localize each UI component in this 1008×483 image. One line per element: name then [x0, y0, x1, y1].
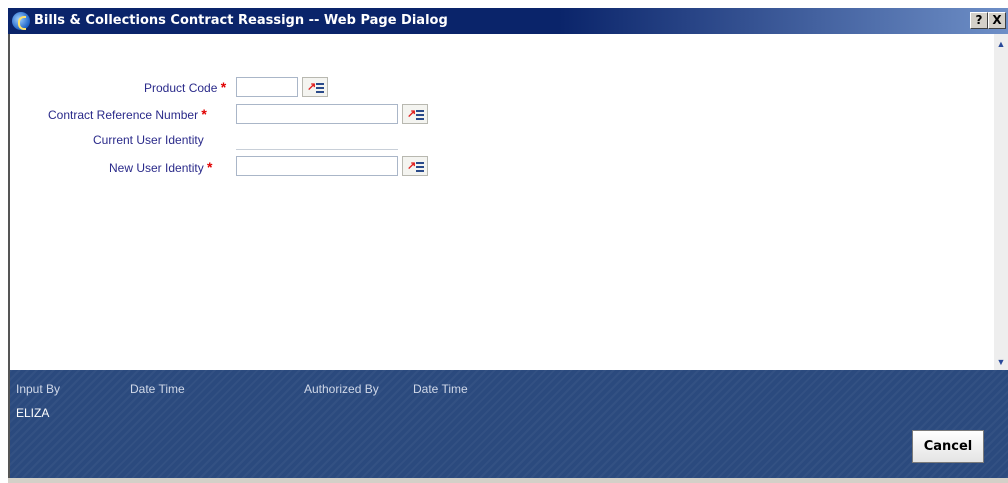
- auth-date-time-label: Date Time: [413, 382, 468, 396]
- product-code-lov-button[interactable]: ↗: [302, 77, 328, 97]
- list-of-values-icon: ↗: [307, 81, 317, 93]
- list-of-values-icon: ↗: [407, 160, 417, 172]
- close-button[interactable]: X: [988, 12, 1006, 29]
- scroll-up-arrow-icon[interactable]: ▲: [996, 40, 1006, 49]
- list-lines-icon: [416, 162, 424, 172]
- list-of-values-icon: ↗: [407, 108, 417, 120]
- product-code-input[interactable]: [236, 77, 298, 97]
- product-code-label-text: Product Code: [144, 81, 218, 95]
- contract-ref-label-text: Contract Reference Number: [48, 108, 199, 122]
- product-code-label: Product Code *: [144, 79, 226, 95]
- new-user-lov-button[interactable]: ↗: [402, 156, 428, 176]
- authorized-by-label: Authorized By: [304, 382, 379, 396]
- cancel-button[interactable]: Cancel: [912, 430, 984, 463]
- input-by-label: Input By: [16, 382, 61, 396]
- contract-ref-input[interactable]: [236, 104, 398, 124]
- form-area: Product Code * ↗ Contract Reference Numb…: [8, 34, 1008, 370]
- ie-icon: [12, 12, 30, 30]
- vertical-scrollbar[interactable]: ▲ ▼: [994, 34, 1008, 370]
- window-bottom-border: [8, 478, 1008, 483]
- contract-ref-label: Contract Reference Number *: [48, 106, 207, 122]
- list-lines-icon: [416, 110, 424, 120]
- date-time-label: Date Time: [130, 382, 185, 396]
- input-by-value: ELIZA: [16, 406, 50, 420]
- new-user-label-text: New User Identity: [109, 161, 204, 175]
- required-marker: *: [201, 106, 207, 122]
- list-lines-icon: [316, 83, 324, 93]
- current-user-value: [236, 149, 398, 154]
- help-button[interactable]: ?: [970, 12, 988, 29]
- dialog-window: Bills & Collections Contract Reassign --…: [0, 0, 1008, 483]
- title-bar[interactable]: Bills & Collections Contract Reassign --…: [8, 8, 1008, 34]
- contract-ref-lov-button[interactable]: ↗: [402, 104, 428, 124]
- current-user-label: Current User Identity: [93, 133, 204, 147]
- audit-footer: Input By Date Time Authorized By Date Ti…: [8, 370, 1008, 483]
- required-marker: *: [220, 79, 227, 95]
- scroll-down-arrow-icon[interactable]: ▼: [996, 358, 1006, 367]
- window-title: Bills & Collections Contract Reassign --…: [34, 13, 448, 28]
- new-user-label: New User Identity *: [109, 159, 213, 175]
- new-user-input[interactable]: [236, 156, 398, 176]
- required-marker: *: [207, 159, 213, 175]
